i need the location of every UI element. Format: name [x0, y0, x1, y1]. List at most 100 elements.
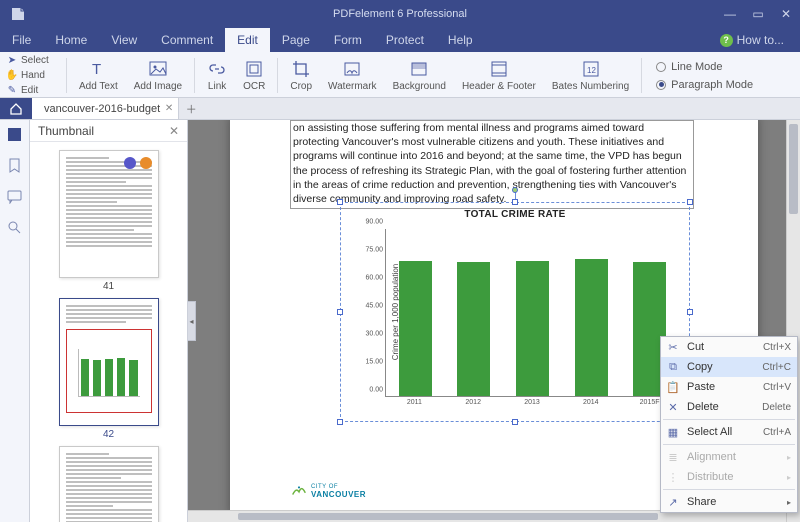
context-menu-shortcut: Ctrl+X [763, 342, 791, 353]
resize-handle[interactable] [512, 199, 518, 205]
menu-file[interactable]: File [0, 28, 43, 52]
context-menu-label: Alignment [687, 451, 781, 463]
chart-x-tick: 2013 [524, 399, 540, 406]
paste-icon: 📋 [665, 379, 681, 395]
minimize-button[interactable]: — [716, 3, 744, 25]
submenu-arrow-icon: ▸ [787, 453, 791, 462]
search-tool[interactable] [5, 217, 25, 237]
maximize-button[interactable]: ▭ [744, 3, 772, 25]
distribute-icon: ⋮ [665, 469, 681, 485]
resize-handle[interactable] [687, 309, 693, 315]
context-menu-item[interactable]: ▦Select AllCtrl+A [661, 422, 797, 442]
menu-protect[interactable]: Protect [374, 28, 436, 52]
image-icon [148, 59, 168, 79]
context-menu-item[interactable]: ✂CutCtrl+X [661, 337, 797, 357]
context-menu-item: ⋮Distribute▸ [661, 467, 797, 487]
collapse-panel-handle[interactable]: ◂ [188, 301, 196, 341]
resize-handle[interactable] [337, 309, 343, 315]
context-menu-label: Paste [687, 381, 757, 393]
context-menu-item[interactable]: ⧉CopyCtrl+C [661, 357, 797, 377]
chart-y-tick: 60.00 [365, 275, 383, 282]
comments-tool[interactable] [5, 186, 25, 206]
chart-bar [457, 262, 490, 396]
menu-form[interactable]: Form [322, 28, 374, 52]
page-body-text[interactable]: on assisting those suffering from mental… [290, 120, 694, 209]
add-image-button[interactable]: Add Image [126, 54, 190, 97]
resize-handle[interactable] [687, 199, 693, 205]
menu-help[interactable]: Help [436, 28, 485, 52]
context-menu-item[interactable]: 📋PasteCtrl+V [661, 377, 797, 397]
tool-select[interactable]: ➤Select [6, 54, 62, 68]
document-tab-strip: vancouver-2016-budget ✕ ＋ [0, 98, 800, 120]
paragraph-mode-radio[interactable]: Paragraph Mode [656, 79, 753, 91]
line-mode-radio[interactable]: Line Mode [656, 61, 753, 73]
chart-y-tick: 45.00 [365, 303, 383, 310]
chart-bar [575, 259, 608, 396]
chart-y-tick: 75.00 [365, 247, 383, 254]
copy-icon: ⧉ [665, 359, 681, 375]
header-footer-button[interactable]: Header & Footer [454, 54, 544, 97]
tool-edit[interactable]: ✎Edit [6, 83, 62, 97]
selectall-icon: ▦ [665, 424, 681, 440]
ocr-icon [244, 59, 264, 79]
thumbnail-page[interactable]: 43 [59, 446, 159, 522]
tool-hand[interactable]: ✋Hand [6, 69, 62, 83]
background-icon [409, 59, 429, 79]
chart-title: TOTAL CRIME RATE [341, 203, 689, 220]
scroll-thumb[interactable] [789, 124, 798, 214]
chart-plot-area [385, 229, 679, 397]
context-menu-item[interactable]: ✕DeleteDelete [661, 397, 797, 417]
bates-numbering-button[interactable]: 12Bates Numbering [544, 54, 637, 97]
context-menu-item[interactable]: ↗Share▸ [661, 492, 797, 512]
new-tab-button[interactable]: ＋ [179, 98, 203, 119]
close-panel-icon[interactable]: ✕ [169, 124, 179, 138]
chart-bar [399, 261, 432, 396]
submenu-arrow-icon: ▸ [787, 498, 791, 507]
document-viewport[interactable]: ◂ on assisting those suffering from ment… [188, 120, 800, 522]
resize-handle[interactable] [512, 419, 518, 425]
link-button[interactable]: Link [199, 54, 235, 97]
thumbnails-tool[interactable] [5, 124, 25, 144]
chart-y-tick: 0.00 [369, 387, 383, 394]
watermark-button[interactable]: Watermark [320, 54, 385, 97]
how-to-link[interactable]: ? How to... [710, 28, 800, 52]
context-menu-label: Cut [687, 341, 757, 353]
close-button[interactable]: ✕ [772, 3, 800, 25]
crop-button[interactable]: Crop [282, 54, 320, 97]
resize-handle[interactable] [337, 199, 343, 205]
menu-page[interactable]: Page [270, 28, 322, 52]
document-tab[interactable]: vancouver-2016-budget ✕ [32, 98, 179, 119]
header-footer-icon [489, 59, 509, 79]
thumbnail-title: Thumbnail [38, 124, 94, 138]
home-tab[interactable] [0, 98, 32, 119]
menu-home[interactable]: Home [43, 28, 99, 52]
watermark-icon [342, 59, 362, 79]
bates-icon: 12 [581, 59, 601, 79]
background-button[interactable]: Background [385, 54, 454, 97]
add-text-button[interactable]: TAdd Text [71, 54, 126, 97]
align-icon: ≣ [665, 449, 681, 465]
close-tab-icon[interactable]: ✕ [165, 103, 173, 114]
menu-comment[interactable]: Comment [149, 28, 225, 52]
chart-x-tick: 2012 [465, 399, 481, 406]
ocr-button[interactable]: OCR [235, 54, 273, 97]
thumbnail-page[interactable]: 41 [59, 150, 159, 292]
text-icon: T [88, 59, 108, 79]
link-icon [207, 59, 227, 79]
context-menu-item: ≣ Alignment ▸ [661, 447, 797, 467]
thumbnail-page[interactable]: 42 [59, 298, 159, 440]
selected-chart-object[interactable]: TOTAL CRIME RATE Crime per 1,000 populat… [340, 202, 690, 422]
hand-icon: ✋ [6, 70, 18, 82]
bookmarks-tool[interactable] [5, 155, 25, 175]
rotate-handle-icon[interactable] [512, 187, 518, 193]
chart-y-tick: 15.00 [365, 359, 383, 366]
chart-bar [516, 261, 549, 396]
menu-edit[interactable]: Edit [225, 28, 270, 52]
scroll-thumb[interactable] [238, 513, 658, 520]
resize-handle[interactable] [337, 419, 343, 425]
context-menu-shortcut: Delete [762, 402, 791, 413]
help-icon: ? [720, 34, 733, 47]
side-tool-strip [0, 120, 30, 522]
menu-view[interactable]: View [99, 28, 149, 52]
chart-x-tick: 2011 [407, 399, 422, 406]
